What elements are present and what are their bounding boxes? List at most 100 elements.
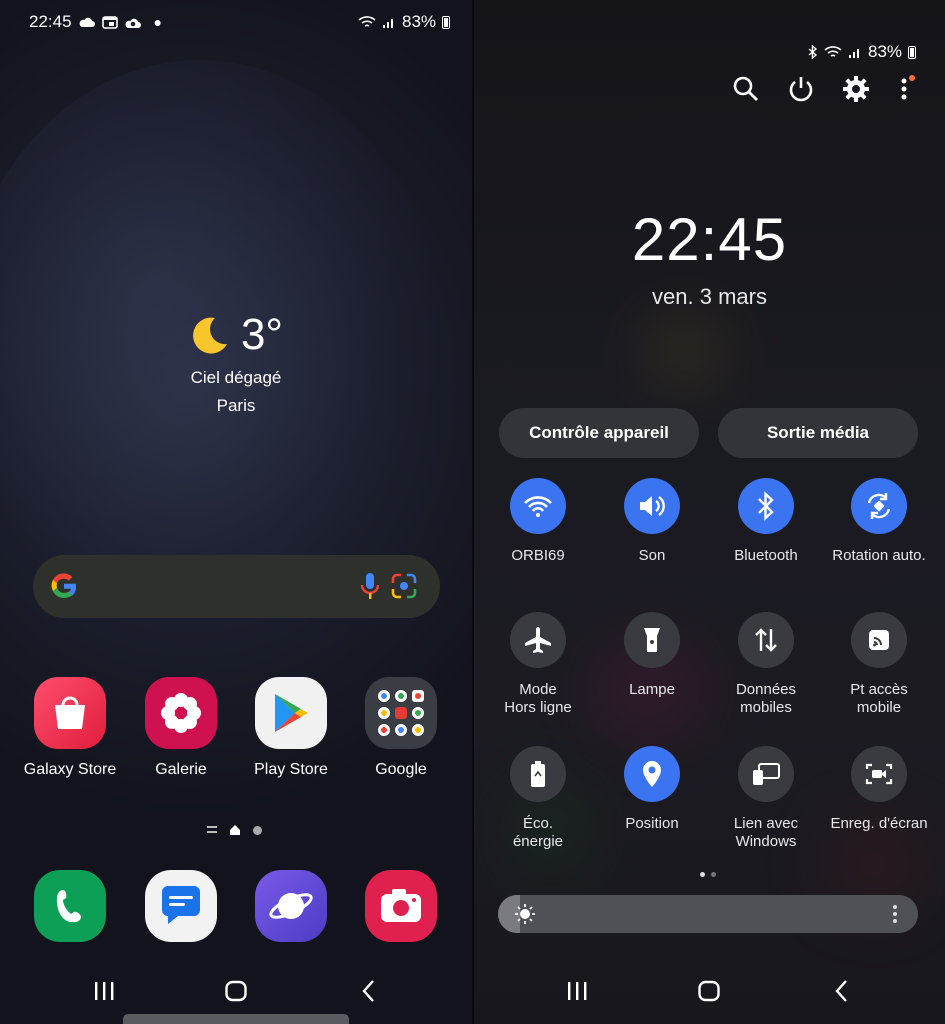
home-icon bbox=[698, 980, 720, 1002]
battery-icon bbox=[908, 45, 917, 59]
media-output-button[interactable]: Sortie média bbox=[718, 408, 918, 458]
panel-page-indicator bbox=[700, 872, 716, 877]
status-bar: 22:45 ● bbox=[29, 12, 162, 32]
power-icon[interactable] bbox=[787, 75, 815, 103]
tile-label: Son bbox=[638, 547, 666, 564]
page-list-icon bbox=[207, 826, 217, 833]
wifi-status-icon bbox=[358, 16, 376, 27]
flashlight-icon bbox=[624, 612, 680, 668]
google-logo-icon bbox=[51, 573, 77, 599]
wifi-status-icon bbox=[824, 46, 842, 57]
app-google-folder[interactable]: Google bbox=[346, 677, 456, 779]
tile-link-to-windows[interactable]: Lien avec Windows bbox=[709, 746, 823, 851]
recents-icon bbox=[568, 982, 587, 1000]
calendar-icon bbox=[101, 15, 118, 29]
tile-label: Éco. énergie bbox=[512, 815, 564, 850]
moon-icon bbox=[193, 317, 227, 354]
quick-panel: 83% 22:45 ven. 3 mars Contrôle appareil … bbox=[474, 0, 945, 1024]
back-icon bbox=[362, 980, 374, 1002]
battery-percent: 83% bbox=[402, 12, 437, 31]
google-search-bar[interactable] bbox=[33, 555, 440, 618]
tile-label: Enreg. d'écran bbox=[830, 815, 928, 832]
brightness-slider[interactable] bbox=[498, 895, 918, 933]
messages-icon bbox=[145, 870, 217, 942]
app-gallery[interactable]: Galerie bbox=[126, 677, 236, 779]
status-bar-right: 83% bbox=[358, 12, 451, 32]
battery-percent: 83% bbox=[868, 42, 903, 61]
sound-icon bbox=[624, 478, 680, 534]
panel-clock: 22:45 bbox=[631, 206, 788, 273]
tile-label: Lien avec Windows bbox=[733, 815, 799, 850]
location-icon bbox=[624, 746, 680, 802]
tile-label: Position bbox=[625, 815, 679, 832]
power-saving-icon bbox=[510, 746, 566, 802]
dock-camera[interactable] bbox=[346, 870, 456, 942]
dock-internet[interactable] bbox=[236, 870, 346, 942]
dock-phone[interactable] bbox=[15, 870, 125, 942]
background-glow bbox=[644, 320, 724, 380]
cloud-sync-icon bbox=[125, 18, 141, 28]
tile-flashlight[interactable]: Lampe bbox=[595, 612, 709, 699]
recent-apps-button[interactable] bbox=[562, 976, 592, 1006]
tile-label: Rotation auto. bbox=[832, 547, 926, 564]
home-button[interactable] bbox=[694, 976, 724, 1006]
weather-widget[interactable]: 3° Ciel dégagé Paris bbox=[0, 310, 472, 416]
tile-sound[interactable]: Son bbox=[595, 478, 709, 565]
weather-temperature: 3° bbox=[240, 310, 284, 359]
tile-label: Lampe bbox=[629, 681, 675, 698]
tile-screen-recorder[interactable]: Enreg. d'écran bbox=[822, 746, 936, 833]
tile-rotation[interactable]: Rotation auto. bbox=[822, 478, 936, 565]
signal-icon bbox=[849, 48, 859, 58]
tile-label: Pt accès mobile bbox=[850, 681, 908, 716]
tile-location[interactable]: Position bbox=[595, 746, 709, 833]
tile-label: Mode Hors ligne bbox=[504, 681, 572, 716]
home-button[interactable] bbox=[221, 976, 251, 1006]
link-to-windows-icon bbox=[738, 746, 794, 802]
recent-apps-button[interactable] bbox=[89, 976, 119, 1006]
home-screen: 22:45 ● 83% 3° Ciel dégagé Paris Galaxy … bbox=[0, 0, 472, 1024]
dock-messages[interactable] bbox=[126, 870, 236, 942]
play-store-icon bbox=[255, 677, 327, 749]
screen-recorder-icon bbox=[851, 746, 907, 802]
signal-icon bbox=[383, 18, 393, 28]
tile-label: Bluetooth bbox=[734, 547, 798, 564]
panel-status-bar: 83% bbox=[808, 42, 917, 62]
mobile-data-icon bbox=[738, 612, 794, 668]
phone-icon bbox=[34, 870, 106, 942]
back-button[interactable] bbox=[354, 976, 384, 1006]
home-icon bbox=[225, 980, 247, 1002]
galaxy-store-icon bbox=[34, 677, 106, 749]
app-galaxy-store[interactable]: Galaxy Store bbox=[15, 677, 125, 779]
more-options-icon[interactable] bbox=[897, 75, 915, 103]
settings-gear-icon[interactable] bbox=[842, 75, 870, 103]
home-page-icon bbox=[230, 825, 240, 835]
hotspot-icon bbox=[851, 612, 907, 668]
tile-airplane-mode[interactable]: Mode Hors ligne bbox=[481, 612, 595, 717]
airplane-icon bbox=[510, 612, 566, 668]
tile-label: ORBI69 bbox=[511, 547, 565, 564]
brightness-more-icon[interactable] bbox=[892, 904, 898, 924]
device-control-button[interactable]: Contrôle appareil bbox=[499, 408, 699, 458]
panel-date[interactable]: ven. 3 mars bbox=[474, 284, 945, 310]
rotation-icon bbox=[851, 478, 907, 534]
app-play-store[interactable]: Play Store bbox=[236, 677, 346, 779]
back-icon bbox=[835, 980, 847, 1002]
app-label: Play Store bbox=[254, 761, 328, 778]
tile-wifi[interactable]: ORBI69 bbox=[481, 478, 595, 565]
bluetooth-icon bbox=[738, 478, 794, 534]
page-indicator[interactable] bbox=[207, 824, 262, 836]
tile-mobile-data[interactable]: Données mobiles bbox=[709, 612, 823, 717]
gallery-icon bbox=[145, 677, 217, 749]
google-lens-icon[interactable] bbox=[389, 571, 419, 601]
gesture-handle bbox=[123, 1014, 349, 1024]
google-folder-icon bbox=[365, 677, 437, 749]
app-label: Galaxy Store bbox=[23, 761, 117, 778]
back-button[interactable] bbox=[827, 976, 857, 1006]
notification-dot: ● bbox=[153, 14, 163, 30]
search-icon[interactable] bbox=[732, 75, 760, 103]
tile-bluetooth[interactable]: Bluetooth bbox=[709, 478, 823, 565]
battery-icon bbox=[442, 15, 451, 29]
tile-hotspot[interactable]: Pt accès mobile bbox=[822, 612, 936, 717]
microphone-icon[interactable] bbox=[359, 571, 381, 601]
tile-power-saving[interactable]: Éco. énergie bbox=[481, 746, 595, 851]
